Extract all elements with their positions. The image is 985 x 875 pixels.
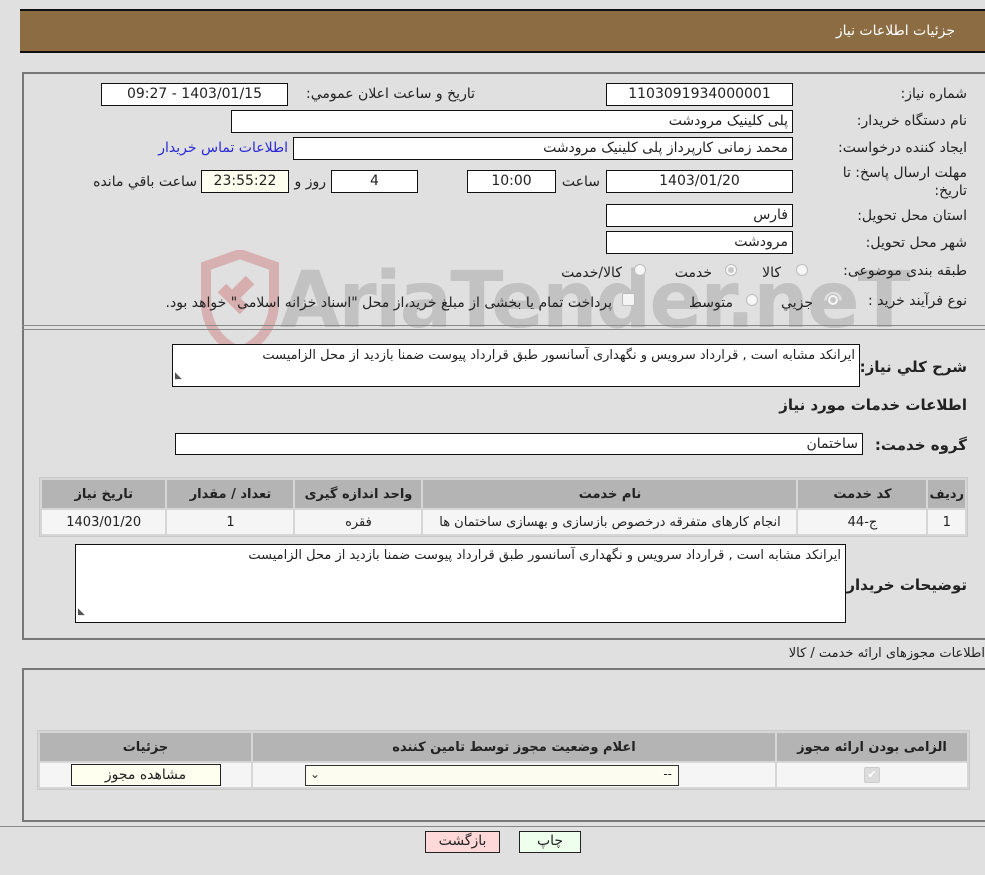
licenses-table: الزامی بودن ارائه مجوز اعلام وضعیت مجوز … xyxy=(37,730,970,790)
col-quantity: تعداد / مقدار xyxy=(167,480,294,508)
table-row: ✔ -- ⌄ مشاهده مجوز xyxy=(40,763,967,787)
process-option-minor: جزيي xyxy=(781,295,813,311)
category-radio-service[interactable] xyxy=(725,264,737,276)
creator-field: محمد زمانی کارپرداز پلی کلینیک مرودشت xyxy=(293,137,793,160)
cell-license-details: مشاهده مجوز xyxy=(40,763,251,787)
deadline-label: مهلت ارسال پاسخ: تا xyxy=(842,165,967,181)
description-label: شرح کلي نیاز: xyxy=(859,358,967,376)
remaining-time-label: ساعت باقي مانده xyxy=(93,174,197,190)
description-text: ایرانکد مشابه است , قرارداد سرویس و نگهد… xyxy=(262,348,855,363)
col-row: ردیف xyxy=(928,480,965,508)
license-status-value: -- xyxy=(663,766,672,781)
col-need-date: تاریخ نیاز xyxy=(42,480,166,508)
treasury-note: پرداخت تمام یا بخشی از مبلغ خرید،از محل … xyxy=(165,295,612,311)
col-service-name: نام خدمت xyxy=(423,480,797,508)
deadline-label-date: تاریخ: xyxy=(934,183,967,199)
cell-unit: فقره xyxy=(295,510,422,534)
city-field: مرودشت xyxy=(606,231,793,254)
divider xyxy=(22,325,985,326)
days-label: روز و xyxy=(294,174,327,190)
buyer-org-label: نام دستگاه خریدار: xyxy=(856,113,967,129)
remaining-time-field: 23:55:22 xyxy=(201,170,289,193)
page-title: جزئیات اطلاعات نیاز xyxy=(835,23,955,39)
col-license-details: جزئیات xyxy=(40,733,251,761)
category-option-service: خدمت xyxy=(674,265,712,281)
buyer-notes-text: ایرانکد مشابه است , قرارداد سرویس و نگهد… xyxy=(248,548,841,563)
divider xyxy=(22,329,985,330)
resize-grip-icon[interactable]: ◢ xyxy=(175,367,182,385)
buyer-notes-textarea[interactable]: ایرانکد مشابه است , قرارداد سرویس و نگهد… xyxy=(75,544,846,623)
license-required-checkbox[interactable]: ✔ xyxy=(864,767,880,783)
announce-date-field: 1403/01/15 - 09:27 xyxy=(101,83,288,106)
process-option-medium: متوسط xyxy=(689,295,733,311)
category-option-goods-service: کالا/خدمت xyxy=(561,265,622,281)
print-button[interactable]: چاپ xyxy=(519,831,581,853)
buyer-contact-link[interactable]: اطلاعات تماس خریدار xyxy=(158,140,288,156)
view-license-button[interactable]: مشاهده مجوز xyxy=(70,764,221,786)
process-radio-medium[interactable] xyxy=(746,294,758,306)
col-service-code: کد خدمت xyxy=(798,480,927,508)
need-number-field: 1103091934000001 xyxy=(606,83,793,106)
col-license-required: الزامی بودن ارائه مجوز xyxy=(777,733,967,761)
category-radio-goods[interactable] xyxy=(796,264,808,276)
category-label: طبقه بندی موضوعی: xyxy=(843,263,967,279)
services-table: ردیف کد خدمت نام خدمت واحد اندازه گیری ت… xyxy=(39,477,968,537)
license-status-select[interactable]: -- ⌄ xyxy=(305,764,679,786)
licenses-section-title: اطلاعات مجوزهای ارائه خدمت / کالا xyxy=(788,646,985,661)
page-header: جزئیات اطلاعات نیاز xyxy=(20,9,985,53)
table-header-row: الزامی بودن ارائه مجوز اعلام وضعیت مجوز … xyxy=(40,733,967,761)
city-label: شهر محل تحویل: xyxy=(865,235,967,251)
category-radio-goods-service[interactable] xyxy=(634,264,646,276)
chevron-down-icon: ⌄ xyxy=(310,766,321,781)
province-label: استان محل تحویل: xyxy=(857,208,967,224)
cell-license-status: -- ⌄ xyxy=(253,763,775,787)
days-remaining-field: 4 xyxy=(331,170,418,193)
deadline-date-field: 1403/01/20 xyxy=(606,170,793,193)
cell-need-date: 1403/01/20 xyxy=(42,510,166,534)
col-unit: واحد اندازه گیری xyxy=(295,480,422,508)
cell-quantity: 1 xyxy=(167,510,294,534)
deadline-time-field: 10:00 xyxy=(467,170,556,193)
resize-grip-icon[interactable]: ◢ xyxy=(78,603,85,621)
announce-date-label: تاريخ و ساعت اعلان عمومي: xyxy=(306,86,475,102)
service-group-field: ساختمان xyxy=(175,433,863,455)
cell-service-code: ج-44 xyxy=(798,510,927,534)
process-type-label: نوع فرآیند خرید : xyxy=(868,293,967,309)
service-group-label: گروه خدمت: xyxy=(874,436,967,454)
buyer-notes-label: توضیحات خریدار: xyxy=(840,576,967,594)
category-option-goods: کالا xyxy=(762,265,781,281)
process-radio-minor[interactable] xyxy=(827,294,839,306)
description-textarea[interactable]: ایرانکد مشابه است , قرارداد سرویس و نگهد… xyxy=(172,344,860,387)
table-row: 1 ج-44 انجام کارهای متفرقه درخصوص بازساز… xyxy=(42,510,965,534)
deadline-time-label: ساعت xyxy=(561,174,600,190)
cell-license-required: ✔ xyxy=(777,763,967,787)
services-section-title: اطلاعات خدمات مورد نیاز xyxy=(779,396,967,414)
province-field: فارس xyxy=(606,204,793,227)
need-number-label: شماره نیاز: xyxy=(900,86,968,102)
cell-row: 1 xyxy=(928,510,965,534)
back-button[interactable]: بازگشت xyxy=(425,831,500,853)
cell-service-name: انجام کارهای متفرقه درخصوص بازسازی و بهس… xyxy=(423,510,797,534)
col-license-status: اعلام وضعیت مجوز توسط تامین کننده xyxy=(253,733,775,761)
creator-label: ایجاد کننده درخواست: xyxy=(838,140,967,156)
treasury-checkbox[interactable] xyxy=(622,293,635,306)
buyer-org-field: پلی کلینیک مرودشت xyxy=(231,110,793,133)
divider xyxy=(0,826,985,827)
table-header-row: ردیف کد خدمت نام خدمت واحد اندازه گیری ت… xyxy=(42,480,965,508)
